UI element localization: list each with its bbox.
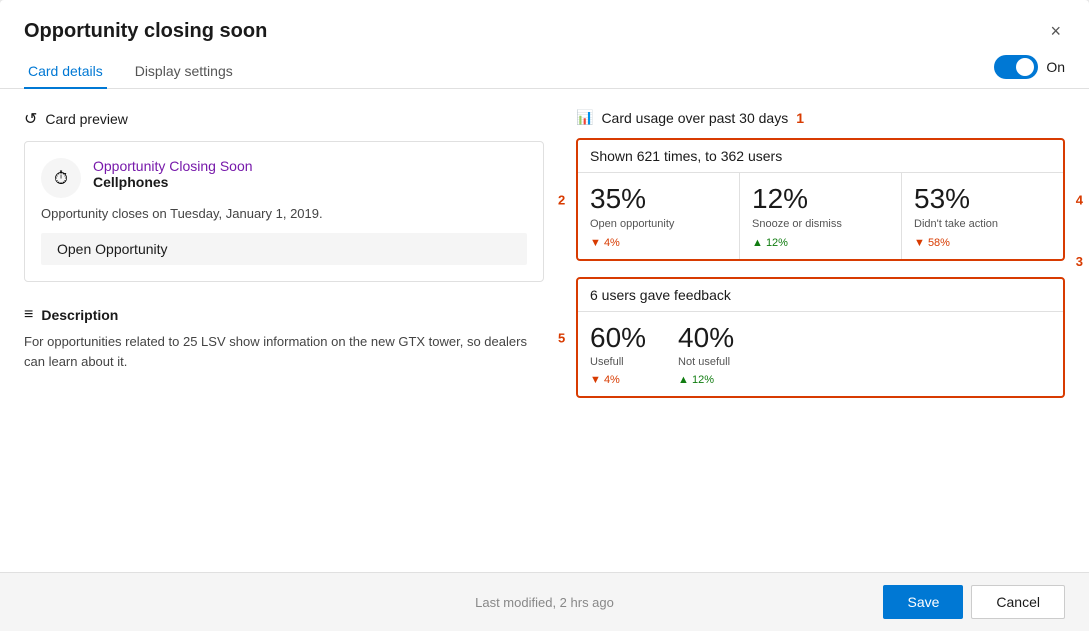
dialog-header: Opportunity closing soon × xyxy=(0,0,1089,44)
description-section: ≡ Description For opportunities related … xyxy=(24,306,544,371)
dialog-footer: Last modified, 2 hrs ago Save Cancel xyxy=(0,572,1089,631)
stat-cell-noaction: 53% Didn't take action ▼ 58% xyxy=(902,173,1063,259)
stat-desc-snooze: Snooze or dismiss xyxy=(752,217,889,231)
tab-card-details[interactable]: Card details xyxy=(24,55,107,89)
dialog-body: ↺ Card preview ⏱ Opportunity Closing Soo… xyxy=(0,89,1089,572)
stat-trend-open: ▼ 4% xyxy=(590,237,727,249)
stat-cell-snooze: 12% Snooze or dismiss ▲ 12% xyxy=(740,173,902,259)
feedback-desc-useful: Usefull xyxy=(590,356,646,368)
annotation-1: 1 xyxy=(796,110,804,126)
feedback-cells: 60% Usefull ▼ 4% 40% Not usefull ▲ 12% xyxy=(578,312,1063,396)
feedback-pct-notuseful: 40% xyxy=(678,322,734,354)
on-off-toggle[interactable] xyxy=(994,55,1038,79)
cancel-button[interactable]: Cancel xyxy=(971,585,1065,619)
description-text: For opportunities related to 25 LSV show… xyxy=(24,332,544,371)
feedback-header: 6 users gave feedback xyxy=(578,279,1063,312)
stats-box: Shown 621 times, to 362 users 35% Open o… xyxy=(576,138,1065,261)
card-body-text: Opportunity closes on Tuesday, January 1… xyxy=(41,206,527,221)
description-header: ≡ Description xyxy=(24,306,544,324)
annotation-5: 5 xyxy=(558,330,565,345)
stat-desc-open: Open opportunity xyxy=(590,217,727,231)
stat-cell-open: 35% Open opportunity ▼ 4% xyxy=(578,173,740,259)
description-label: Description xyxy=(41,307,118,323)
chart-icon: 📊 xyxy=(576,109,593,126)
last-modified-text: Last modified, 2 hrs ago xyxy=(475,595,614,610)
feedback-box: 6 users gave feedback 60% Usefull ▼ 4% 4… xyxy=(576,277,1065,398)
open-opportunity-button[interactable]: Open Opportunity xyxy=(41,233,527,265)
card-preview-section-header: ↺ Card preview xyxy=(24,109,544,129)
dialog: Opportunity closing soon × Card details … xyxy=(0,0,1089,631)
tabs-bar: Card details Display settings On xyxy=(0,44,1089,89)
tab-display-settings[interactable]: Display settings xyxy=(131,55,237,89)
toggle-label: On xyxy=(1046,59,1065,75)
shown-text: Shown 621 times, to 362 users xyxy=(578,140,1063,173)
stat-desc-noaction: Didn't take action xyxy=(914,217,1051,231)
feedback-cell-notuseful: 40% Not usefull ▲ 12% xyxy=(678,322,734,386)
card-info: Opportunity Closing Soon Cellphones xyxy=(93,158,253,190)
card-title: Opportunity Closing Soon xyxy=(93,158,253,174)
annotation-2: 2 xyxy=(558,192,565,207)
feedback-pct-useful: 60% xyxy=(590,322,646,354)
stat-pct-open: 35% xyxy=(590,183,727,215)
feedback-trend-notuseful: ▲ 12% xyxy=(678,374,734,386)
card-preview-label: Card preview xyxy=(45,111,127,127)
card-subtitle: Cellphones xyxy=(93,174,253,190)
annotation-3: 3 xyxy=(1076,254,1083,269)
stat-cells: 35% Open opportunity ▼ 4% 12% Snooze or … xyxy=(578,173,1063,259)
card-top: ⏱ Opportunity Closing Soon Cellphones xyxy=(41,158,527,198)
card-preview-icon: ↺ xyxy=(24,109,37,129)
stat-trend-snooze: ▲ 12% xyxy=(752,237,889,249)
dialog-title: Opportunity closing soon xyxy=(24,20,267,43)
card-usage-header: 📊 Card usage over past 30 days 1 xyxy=(576,109,1065,126)
card-icon: ⏱ xyxy=(41,158,81,198)
right-panel: 📊 Card usage over past 30 days 1 2 Shown… xyxy=(576,109,1065,552)
stat-pct-snooze: 12% xyxy=(752,183,889,215)
footer-buttons: Save Cancel xyxy=(883,585,1065,619)
toggle-area: On xyxy=(994,55,1065,87)
left-panel: ↺ Card preview ⏱ Opportunity Closing Soo… xyxy=(24,109,544,552)
save-button[interactable]: Save xyxy=(883,585,963,619)
card-usage-label: Card usage over past 30 days xyxy=(601,110,788,126)
feedback-cell-useful: 60% Usefull ▼ 4% xyxy=(590,322,646,386)
feedback-desc-notuseful: Not usefull xyxy=(678,356,734,368)
annotation-4: 4 xyxy=(1076,192,1083,207)
stat-trend-noaction: ▼ 58% xyxy=(914,237,1051,249)
description-icon: ≡ xyxy=(24,306,33,324)
feedback-trend-useful: ▼ 4% xyxy=(590,374,646,386)
close-button[interactable]: × xyxy=(1046,18,1065,44)
card-preview-box: ⏱ Opportunity Closing Soon Cellphones Op… xyxy=(24,141,544,282)
stat-pct-noaction: 53% xyxy=(914,183,1051,215)
